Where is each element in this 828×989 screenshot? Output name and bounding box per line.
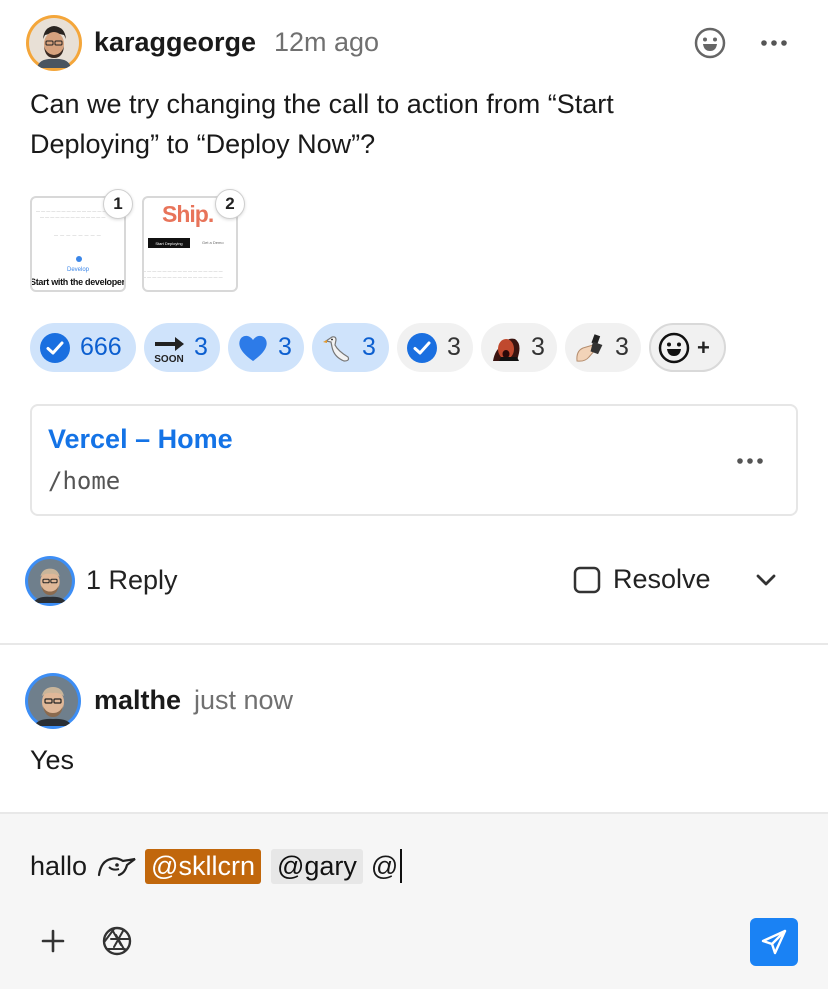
reaction-count: 3 (531, 333, 545, 361)
avatar-portrait-image (28, 676, 78, 726)
composer-text: hallo (30, 850, 88, 881)
add-reaction-plus: + (697, 334, 710, 360)
section-divider (0, 643, 828, 645)
attachment-1-sub-label: Develop (66, 267, 89, 273)
smiley-icon (694, 27, 726, 59)
mention-chip[interactable]: @skllcrn (145, 848, 261, 884)
reaction-check-mark[interactable]: 666 (30, 323, 136, 372)
comment-timestamp: 12m ago (274, 27, 380, 57)
collapse-thread-button[interactable] (750, 566, 782, 594)
link-card-more-button[interactable] (732, 452, 768, 470)
reaction-count: 3 (194, 333, 208, 361)
attachment-2-brand: Ship. (162, 201, 214, 227)
reply-timestamp: just now (194, 685, 294, 715)
author-avatar[interactable] (26, 15, 82, 71)
reply-count-label[interactable]: 1 Reply (86, 565, 178, 596)
reaction-blue-heart[interactable]: 3 (228, 323, 304, 372)
reaction-count: 3 (362, 333, 376, 361)
reaction-check-mark-2[interactable]: 3 (397, 323, 473, 372)
screenshot-button[interactable] (100, 924, 134, 958)
add-reaction-pill-button[interactable]: + (649, 323, 726, 372)
check-mark-icon (40, 332, 70, 363)
attachment-2-secondary: Get a Demo (202, 240, 224, 245)
reaction-goose[interactable]: 3 (312, 323, 389, 372)
send-icon (761, 929, 787, 955)
add-reaction-button[interactable] (693, 26, 727, 60)
composer (0, 814, 828, 989)
soon-arrow-icon: SOON (154, 336, 184, 365)
nail-polish-icon (576, 333, 603, 362)
more-horizontal-icon (737, 458, 763, 464)
attachment-1-caption: Start with the developer (30, 277, 125, 287)
reply-participant-avatar (25, 556, 75, 606)
avatar-portrait-image (28, 559, 72, 603)
chevron-down-icon (756, 574, 776, 586)
avatar-portrait-image (29, 18, 79, 68)
reply-author-name[interactable]: malthe (94, 685, 181, 716)
blue-heart-icon (239, 335, 267, 361)
resolve-label: Resolve (613, 564, 711, 594)
goose-emoji-icon (95, 849, 143, 883)
resolve-button[interactable]: Resolve (573, 564, 711, 595)
reaction-count: 3 (447, 333, 461, 361)
mention-chip[interactable]: @gary (270, 848, 363, 884)
send-button[interactable] (750, 918, 798, 966)
comment-author-name[interactable]: karaggeorge (94, 27, 256, 58)
attachment-badge-1: 1 (103, 189, 133, 219)
reply-body: Yes (30, 745, 75, 775)
attachment-2-button: Start Deploying (148, 238, 190, 248)
reaction-screaming-face[interactable]: 3 (481, 323, 557, 372)
reaction-count: 3 (278, 333, 292, 361)
check-mark-icon (407, 332, 437, 363)
svg-text:SOON: SOON (154, 354, 183, 365)
reaction-soon-arrow[interactable]: SOON 3 (144, 323, 220, 372)
more-horizontal-icon (761, 40, 787, 46)
reaction-count: 666 (80, 333, 122, 361)
smiley-icon (658, 332, 690, 363)
composer-trailing-text: @ (370, 850, 399, 881)
link-path: /home (48, 467, 121, 495)
link-preview-card[interactable]: Vercel – Home /home (30, 404, 798, 516)
aperture-icon (102, 926, 132, 956)
comment-body: Can we try changing the call to action f… (30, 89, 614, 159)
reaction-count: 3 (615, 333, 629, 361)
goose-icon (323, 335, 350, 362)
reply-author-avatar[interactable] (25, 673, 81, 729)
screaming-face-icon (493, 338, 520, 361)
link-title[interactable]: Vercel – Home (48, 424, 233, 455)
plus-icon (41, 929, 65, 953)
checkbox-icon (573, 566, 601, 593)
composer-input[interactable]: hallo @skllcrn @gary @ (30, 846, 403, 886)
text-cursor (400, 849, 403, 883)
reaction-nail-polish[interactable]: 3 (565, 323, 641, 372)
comment-more-button[interactable] (756, 30, 792, 56)
attach-button[interactable] (38, 926, 68, 956)
attachment-badge-2: 2 (215, 189, 245, 219)
